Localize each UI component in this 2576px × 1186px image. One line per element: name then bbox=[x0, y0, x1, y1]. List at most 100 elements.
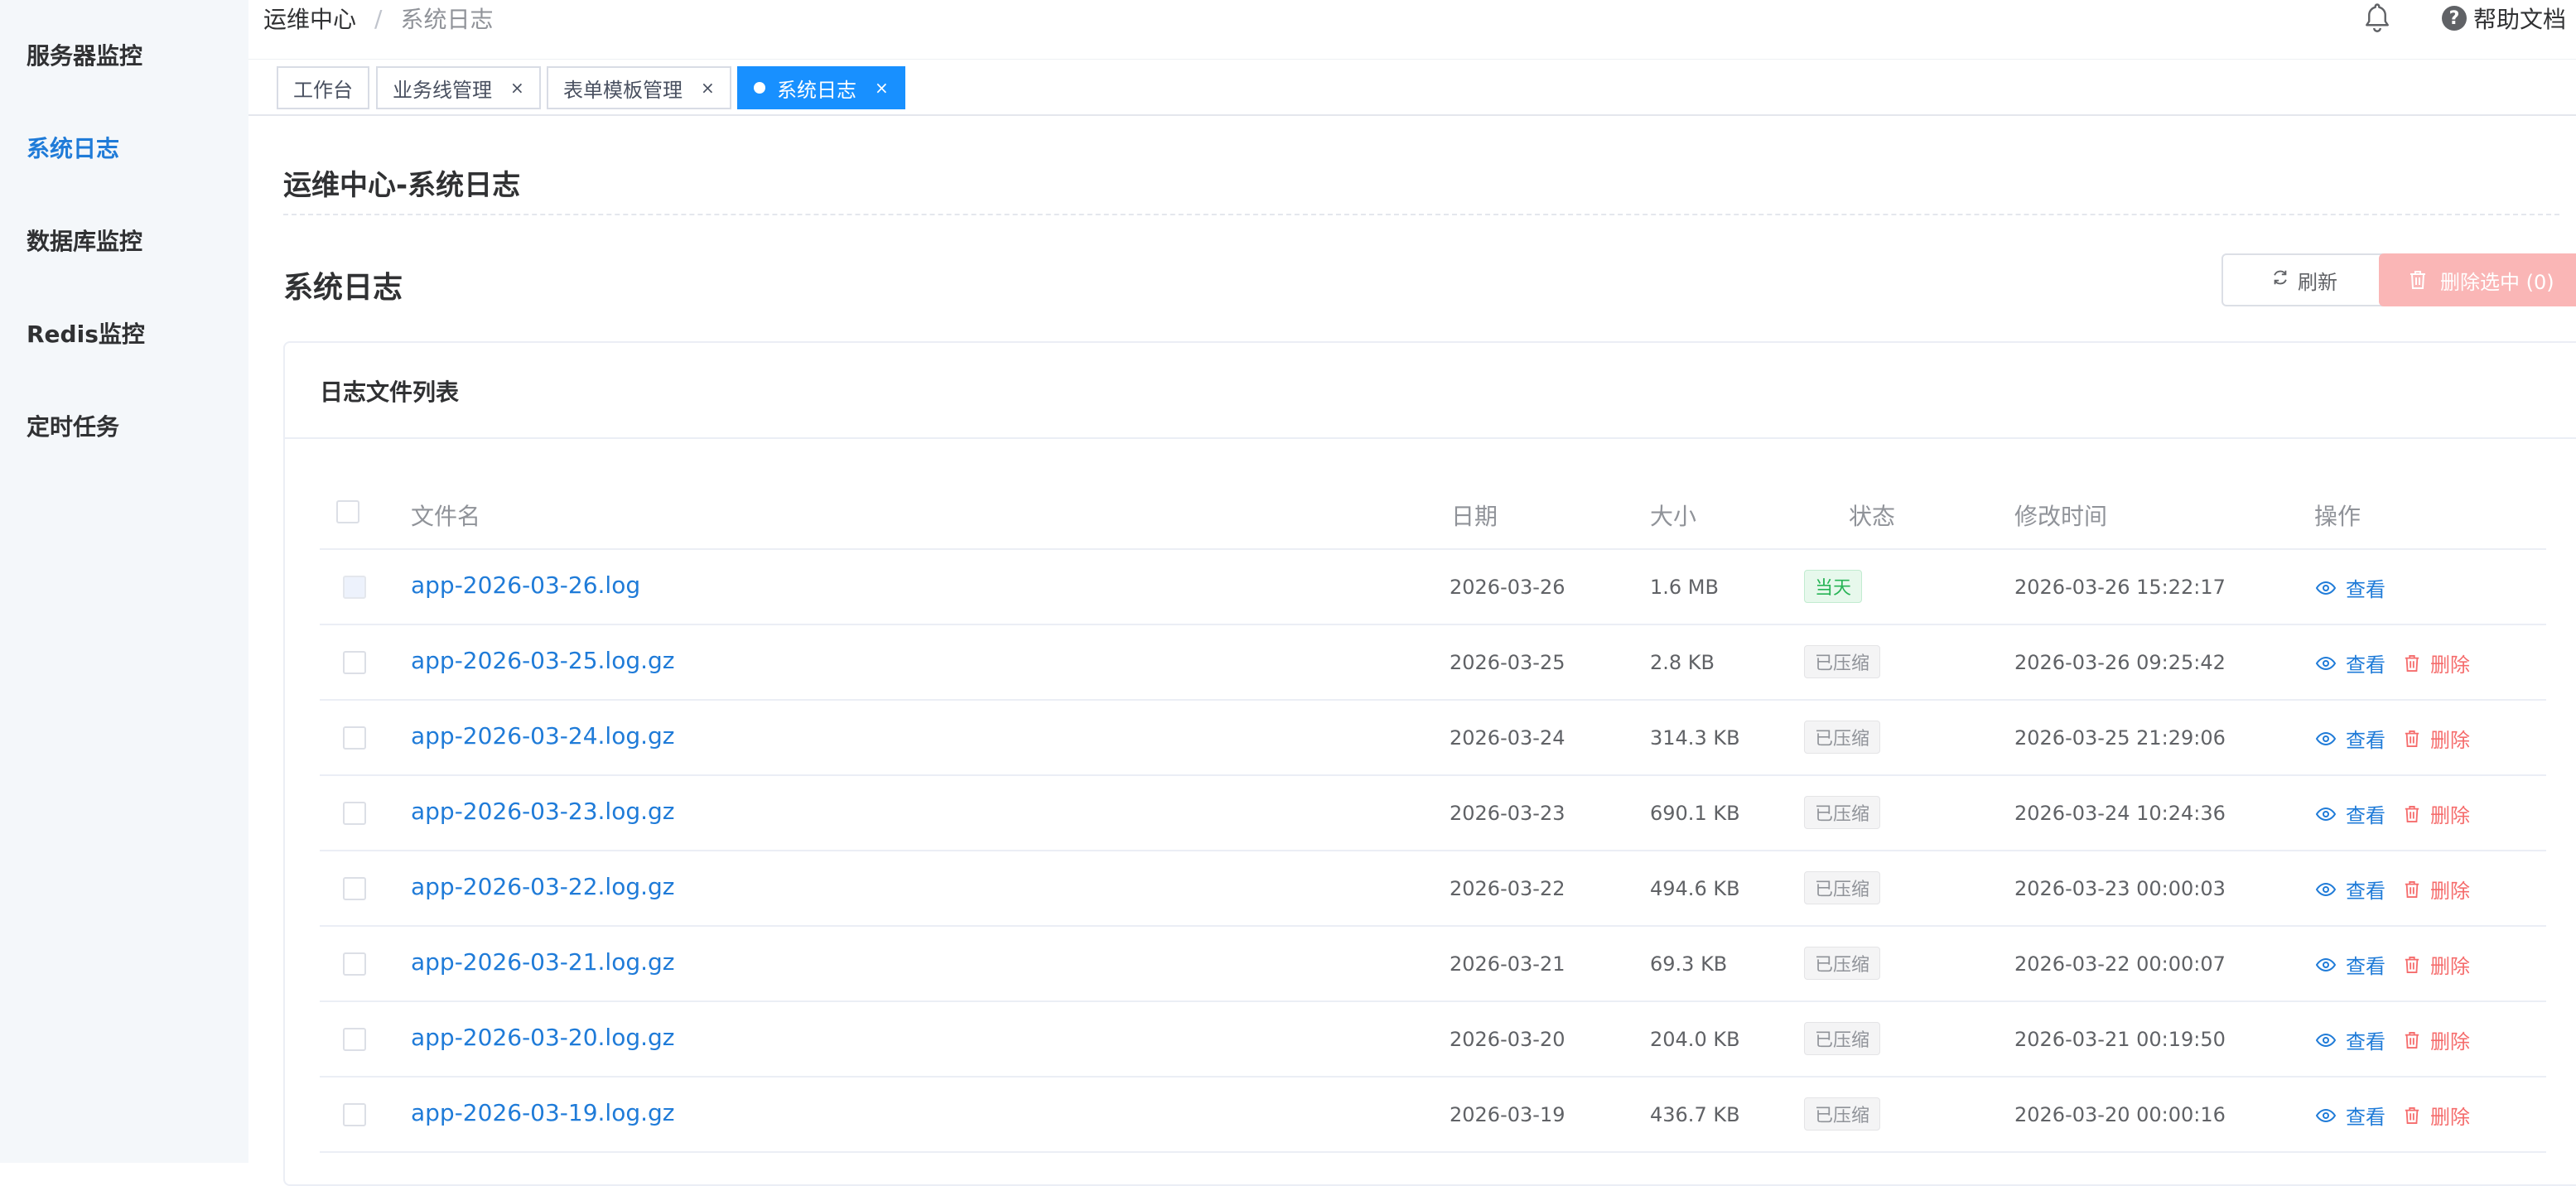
top-header: 运维中心 / 系统日志 ? 帮助文档 bbox=[248, 0, 2576, 60]
file-name-link[interactable]: app-2026-03-23.log.gz bbox=[411, 798, 675, 825]
row-checkbox[interactable] bbox=[343, 802, 366, 825]
view-button[interactable]: 查看 bbox=[2316, 648, 2385, 677]
file-name-link[interactable]: app-2026-03-26.log bbox=[411, 571, 640, 599]
trash-icon bbox=[2404, 654, 2425, 673]
close-icon[interactable]: × bbox=[701, 78, 715, 98]
file-date: 2026-03-24 bbox=[1450, 726, 1565, 750]
delete-label: 删除 bbox=[2430, 880, 2470, 903]
view-label: 查看 bbox=[2346, 1106, 2385, 1129]
view-label: 查看 bbox=[2346, 804, 2385, 827]
file-name-link[interactable]: app-2026-03-19.log.gz bbox=[411, 1099, 675, 1126]
trash-icon bbox=[2404, 1031, 2425, 1049]
table-row: app-2026-03-23.log.gz 2026-03-23 690.1 KB 已… bbox=[320, 776, 2546, 851]
sidebar-item-redis-monitor[interactable]: Redis监控 bbox=[27, 318, 145, 351]
tag-workbench[interactable]: 工作台 bbox=[277, 66, 369, 109]
status-badge: 已压缩 bbox=[1804, 871, 1881, 904]
delete-button[interactable]: 删除 bbox=[2404, 1025, 2470, 1054]
tag-form-template[interactable]: 表单模板管理 × bbox=[547, 66, 731, 109]
file-modified-time: 2026-03-21 00:19:50 bbox=[2014, 1028, 2226, 1051]
file-modified-time: 2026-03-22 00:00:07 bbox=[2014, 952, 2226, 976]
delete-button[interactable]: 删除 bbox=[2404, 799, 2470, 828]
view-label: 查看 bbox=[2346, 578, 2385, 601]
page-title: 运维中心-系统日志 bbox=[283, 169, 521, 202]
table-row: app-2026-03-19.log.gz 2026-03-19 436.7 KB 已… bbox=[320, 1078, 2546, 1153]
tag-label: 业务线管理 bbox=[393, 78, 492, 102]
tag-business-line[interactable]: 业务线管理 × bbox=[376, 66, 541, 109]
trash-icon bbox=[2409, 270, 2427, 290]
view-label: 查看 bbox=[2346, 729, 2385, 752]
bell-icon[interactable] bbox=[2362, 2, 2392, 35]
status-badge: 当天 bbox=[1804, 570, 1863, 603]
file-name-link[interactable]: app-2026-03-25.log.gz bbox=[411, 647, 675, 674]
view-label: 查看 bbox=[2346, 955, 2385, 978]
status-badge: 已压缩 bbox=[1804, 721, 1881, 754]
delete-label: 删除 bbox=[2430, 1106, 2470, 1129]
trash-icon bbox=[2404, 956, 2425, 974]
refresh-label: 刷新 bbox=[2298, 270, 2337, 294]
breadcrumb-root[interactable]: 运维中心 bbox=[263, 2, 356, 35]
tag-label: 工作台 bbox=[293, 78, 353, 102]
file-date: 2026-03-25 bbox=[1450, 651, 1565, 674]
delete-button[interactable]: 删除 bbox=[2404, 950, 2470, 979]
delete-button[interactable]: 删除 bbox=[2404, 1101, 2470, 1130]
file-date: 2026-03-22 bbox=[1450, 877, 1565, 900]
row-checkbox[interactable] bbox=[343, 952, 366, 976]
view-button[interactable]: 查看 bbox=[2316, 724, 2385, 753]
tag-system-log[interactable]: 系统日志 × bbox=[737, 66, 905, 109]
tags-view-bar: 工作台 业务线管理 × 表单模板管理 × 系统日志 × bbox=[248, 60, 2576, 116]
file-name-link[interactable]: app-2026-03-20.log.gz bbox=[411, 1024, 675, 1051]
view-button[interactable]: 查看 bbox=[2316, 1101, 2385, 1130]
delete-button[interactable]: 删除 bbox=[2404, 724, 2470, 753]
status-badge: 已压缩 bbox=[1804, 645, 1881, 678]
sidebar-item-scheduled-tasks[interactable]: 定时任务 bbox=[27, 411, 119, 444]
column-header-status: 状态 bbox=[1849, 503, 1896, 530]
file-modified-time: 2026-03-20 00:00:16 bbox=[2014, 1103, 2226, 1126]
file-size: 1.6 MB bbox=[1650, 576, 1719, 599]
column-header-name: 文件名 bbox=[411, 503, 481, 530]
trash-icon bbox=[2404, 730, 2425, 748]
breadcrumb-separator: / bbox=[374, 4, 383, 32]
row-checkbox[interactable] bbox=[343, 726, 366, 750]
close-icon[interactable]: × bbox=[510, 78, 524, 98]
tag-label: 表单模板管理 bbox=[563, 78, 683, 102]
row-checkbox[interactable] bbox=[343, 1028, 366, 1051]
status-badge: 已压缩 bbox=[1804, 1097, 1881, 1131]
file-size: 2.8 KB bbox=[1650, 651, 1715, 674]
eye-icon bbox=[2316, 656, 2341, 670]
file-date: 2026-03-21 bbox=[1450, 952, 1565, 976]
file-name-link[interactable]: app-2026-03-21.log.gz bbox=[411, 948, 675, 976]
view-button[interactable]: 查看 bbox=[2316, 875, 2385, 904]
row-checkbox bbox=[343, 576, 366, 599]
file-size: 69.3 KB bbox=[1650, 952, 1728, 976]
close-icon[interactable]: × bbox=[875, 78, 889, 98]
refresh-button[interactable]: 刷新 bbox=[2221, 253, 2387, 306]
file-date: 2026-03-23 bbox=[1450, 802, 1565, 825]
delete-selected-button[interactable]: 删除选中 (0) bbox=[2379, 253, 2576, 306]
file-name-link[interactable]: app-2026-03-22.log.gz bbox=[411, 873, 675, 900]
file-name-link[interactable]: app-2026-03-24.log.gz bbox=[411, 722, 675, 750]
delete-button[interactable]: 删除 bbox=[2404, 875, 2470, 904]
eye-icon bbox=[2316, 731, 2341, 745]
view-label: 查看 bbox=[2346, 653, 2385, 677]
table-row: app-2026-03-21.log.gz 2026-03-21 69.3 KB 已压… bbox=[320, 927, 2546, 1002]
row-checkbox[interactable] bbox=[343, 651, 366, 674]
view-button[interactable]: 查看 bbox=[2316, 1025, 2385, 1054]
row-checkbox[interactable] bbox=[343, 1103, 366, 1126]
view-button[interactable]: 查看 bbox=[2316, 799, 2385, 828]
sidebar-item-system-log[interactable]: 系统日志 bbox=[27, 133, 119, 166]
file-modified-time: 2026-03-26 15:22:17 bbox=[2014, 576, 2226, 599]
delete-selected-label: 删除选中 (0) bbox=[2440, 270, 2554, 294]
delete-button[interactable]: 删除 bbox=[2404, 648, 2470, 677]
file-size: 204.0 KB bbox=[1650, 1028, 1740, 1051]
sidebar-item-database-monitor[interactable]: 数据库监控 bbox=[27, 225, 142, 258]
column-header-actions: 操作 bbox=[2314, 503, 2361, 530]
help-docs-link[interactable]: ? 帮助文档 bbox=[2442, 0, 2566, 36]
column-header-modified: 修改时间 bbox=[2014, 503, 2108, 530]
file-modified-time: 2026-03-23 00:00:03 bbox=[2014, 877, 2226, 900]
sidebar-item-server-monitor[interactable]: 服务器监控 bbox=[27, 40, 142, 73]
row-checkbox[interactable] bbox=[343, 877, 366, 900]
table-row: app-2026-03-20.log.gz 2026-03-20 204.0 KB 已… bbox=[320, 1002, 2546, 1078]
select-all-checkbox[interactable] bbox=[336, 500, 359, 523]
view-button[interactable]: 查看 bbox=[2316, 573, 2385, 602]
view-button[interactable]: 查看 bbox=[2316, 950, 2385, 979]
